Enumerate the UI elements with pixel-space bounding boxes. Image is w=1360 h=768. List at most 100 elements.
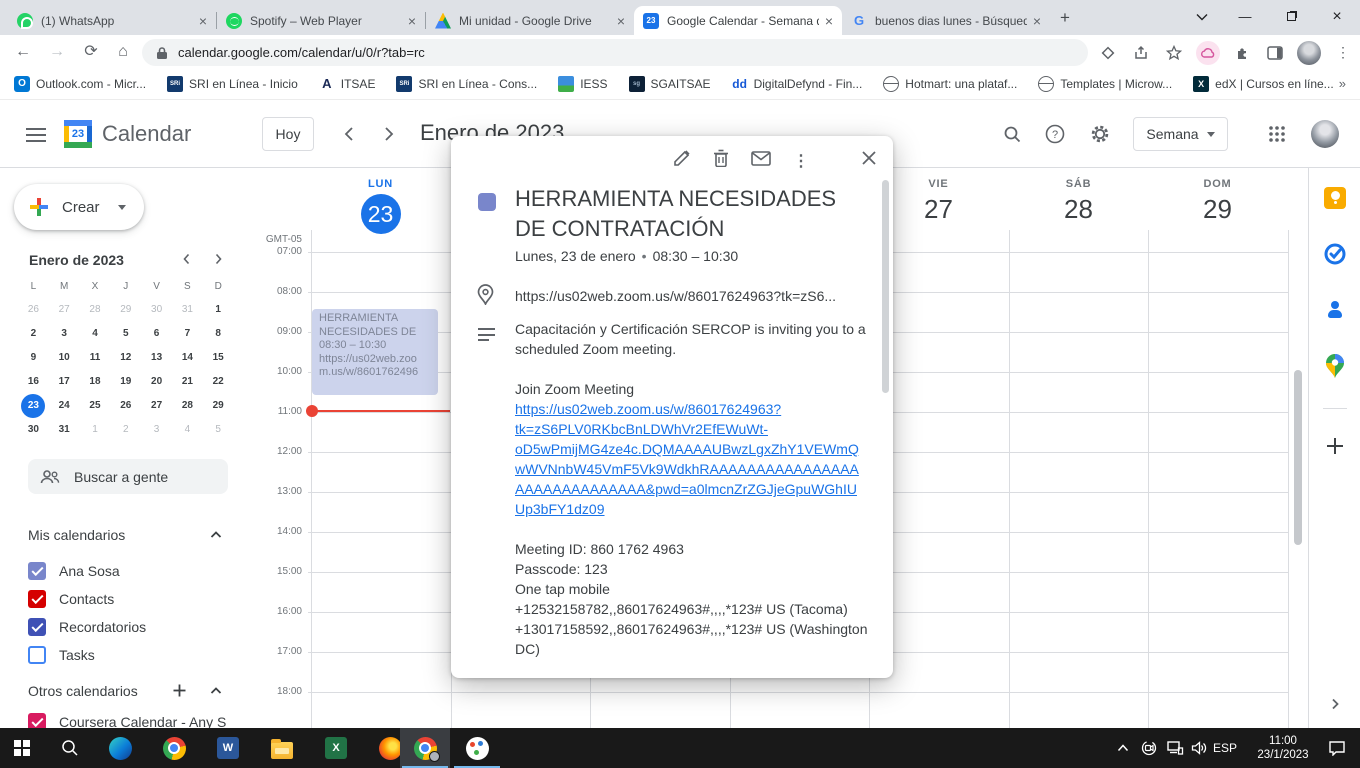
bookmark-item[interactable]: ITSAE bbox=[319, 76, 376, 92]
grid-scrollbar[interactable] bbox=[1294, 370, 1302, 545]
network-icon[interactable] bbox=[1166, 739, 1184, 757]
mini-cal-day[interactable]: 22 bbox=[203, 370, 234, 394]
bookmark-item[interactable]: SRI en Línea - Inicio bbox=[167, 76, 298, 92]
mini-cal-day[interactable]: 12 bbox=[110, 346, 141, 370]
minimize-button[interactable]: — bbox=[1222, 9, 1268, 24]
mini-cal-day[interactable]: 27 bbox=[141, 394, 172, 418]
close-window-button[interactable]: × bbox=[1314, 8, 1360, 26]
bookmark-item[interactable]: SGAITSAE bbox=[629, 76, 711, 92]
browser-tab-calendar-active[interactable]: 23 Google Calendar - Semana d × bbox=[634, 6, 842, 35]
bookmark-item[interactable]: Outlook.com - Micr... bbox=[14, 76, 146, 92]
google-apps-grid-icon[interactable] bbox=[1265, 122, 1289, 146]
tab-close-icon[interactable]: × bbox=[1033, 14, 1041, 28]
volume-icon[interactable] bbox=[1190, 739, 1208, 757]
bookmark-item[interactable]: DigitalDefynd - Fin... bbox=[732, 76, 863, 92]
taskbar-search-icon[interactable] bbox=[58, 736, 82, 760]
address-bar[interactable]: calendar.google.com/calendar/u/0/r?tab=r… bbox=[142, 39, 1088, 66]
action-center-icon[interactable] bbox=[1328, 739, 1346, 757]
mini-cal-day[interactable]: 1 bbox=[80, 418, 111, 442]
contacts-icon[interactable] bbox=[1323, 298, 1347, 322]
collapse-other-calendars-icon[interactable] bbox=[209, 684, 225, 700]
calendar-item-recordatorios[interactable]: Recordatorios bbox=[28, 618, 146, 636]
bookmarks-overflow-icon[interactable]: » bbox=[1339, 76, 1346, 91]
today-date-circle[interactable]: 23 bbox=[361, 194, 401, 234]
event-location[interactable]: https://us02web.zoom.us/w/86017624963?tk… bbox=[515, 288, 875, 304]
collapse-my-calendars-icon[interactable] bbox=[209, 528, 225, 544]
tab-close-icon[interactable]: × bbox=[199, 14, 207, 28]
keep-icon[interactable] bbox=[1323, 186, 1347, 210]
browser-tab-search[interactable]: buenos dias lunes - Búsqued × bbox=[842, 6, 1050, 35]
help-icon[interactable]: ? bbox=[1043, 122, 1067, 146]
meet-now-icon[interactable] bbox=[1140, 739, 1158, 757]
create-button[interactable]: Crear bbox=[14, 184, 144, 230]
mini-cal-day[interactable]: 7 bbox=[172, 322, 203, 346]
mini-cal-day[interactable]: 4 bbox=[80, 322, 111, 346]
bookmark-star-icon[interactable] bbox=[1163, 42, 1185, 64]
mini-cal-day[interactable]: 2 bbox=[18, 322, 49, 346]
mini-cal-day[interactable]: 27 bbox=[49, 298, 80, 322]
more-options-kebab-icon[interactable]: ⋮ bbox=[793, 151, 809, 171]
account-avatar[interactable] bbox=[1311, 120, 1339, 148]
mini-cal-day[interactable]: 10 bbox=[49, 346, 80, 370]
checkbox-checked-icon[interactable] bbox=[28, 618, 46, 636]
mini-cal-day[interactable]: 5 bbox=[110, 322, 141, 346]
mini-cal-day-selected[interactable]: 23 bbox=[18, 394, 49, 418]
extensions-puzzle-icon[interactable] bbox=[1231, 42, 1253, 64]
mini-cal-day[interactable]: 31 bbox=[172, 298, 203, 322]
checkbox-checked-icon[interactable] bbox=[28, 590, 46, 608]
mini-cal-day[interactable]: 9 bbox=[18, 346, 49, 370]
bookmark-item[interactable]: SRI en Línea - Cons... bbox=[396, 76, 537, 92]
chrome-active-window[interactable] bbox=[400, 728, 450, 768]
calendar-item-ana-sosa[interactable]: Ana Sosa bbox=[28, 562, 120, 580]
bookmark-item[interactable]: edX | Cursos en líne... bbox=[1193, 76, 1334, 92]
restore-button[interactable] bbox=[1268, 9, 1314, 24]
mini-cal-day[interactable]: 21 bbox=[172, 370, 203, 394]
mini-cal-day[interactable]: 11 bbox=[80, 346, 111, 370]
mini-cal-day[interactable]: 3 bbox=[141, 418, 172, 442]
keyboard-language[interactable]: ESP bbox=[1213, 741, 1237, 755]
tab-close-icon[interactable]: × bbox=[825, 14, 833, 28]
excel-icon[interactable]: X bbox=[324, 736, 348, 760]
profile-avatar[interactable] bbox=[1297, 41, 1321, 65]
tab-close-icon[interactable]: × bbox=[617, 14, 625, 28]
paint-open-window[interactable] bbox=[452, 728, 502, 768]
browser-tab-drive[interactable]: Mi unidad - Google Drive × bbox=[426, 6, 634, 35]
mini-cal-day[interactable]: 6 bbox=[141, 322, 172, 346]
mini-cal-day[interactable]: 20 bbox=[141, 370, 172, 394]
get-add-ons-icon[interactable] bbox=[1323, 434, 1347, 458]
bookmark-item[interactable]: Templates | Microw... bbox=[1038, 76, 1172, 92]
mini-cal-day[interactable]: 17 bbox=[49, 370, 80, 394]
browser-tab-whatsapp[interactable]: (1) WhatsApp × bbox=[8, 6, 216, 35]
mini-cal-day[interactable]: 30 bbox=[141, 298, 172, 322]
mini-cal-day[interactable]: 16 bbox=[18, 370, 49, 394]
mini-cal-day[interactable]: 8 bbox=[203, 322, 234, 346]
add-other-calendars-icon[interactable] bbox=[172, 683, 188, 699]
view-selector[interactable]: Semana bbox=[1133, 117, 1228, 151]
browser-tab-spotify[interactable]: Spotify – Web Player × bbox=[217, 6, 425, 35]
zoom-meeting-link[interactable]: oD5wPmijMG4ze4c.DQMAAAAUBwzLgxZhY1VEWmQ bbox=[515, 439, 869, 459]
back-icon[interactable]: ← bbox=[10, 39, 36, 65]
bookmark-item[interactable]: IESS bbox=[558, 76, 607, 92]
file-explorer-icon[interactable] bbox=[270, 736, 294, 760]
delete-event-icon[interactable] bbox=[713, 149, 729, 172]
mini-cal-day[interactable]: 1 bbox=[203, 298, 234, 322]
home-icon[interactable]: ⌂ bbox=[110, 39, 136, 65]
calendar-event-block[interactable]: HERRAMIENTA NECESIDADES DE 08:30 – 10:30… bbox=[312, 309, 438, 395]
reload-icon[interactable]: ⟳ bbox=[78, 39, 104, 65]
zoom-meeting-link[interactable]: tk=zS6PLV0RKbcBnLDWhVr2EfEWuWt- bbox=[515, 419, 869, 439]
tab-search-icon[interactable] bbox=[1182, 9, 1222, 24]
mini-cal-prev-icon[interactable] bbox=[180, 252, 196, 268]
calendar-item-tasks[interactable]: Tasks bbox=[28, 646, 95, 664]
zoom-meeting-link[interactable]: AAAAAAAAAAAAAA&pwd=a0lmcnZrZGJjeGpuWGhIU bbox=[515, 479, 869, 499]
mini-cal-day[interactable]: 3 bbox=[49, 322, 80, 346]
mini-cal-day[interactable]: 18 bbox=[80, 370, 111, 394]
mini-cal-day[interactable]: 14 bbox=[172, 346, 203, 370]
chrome-icon[interactable] bbox=[162, 736, 186, 760]
day-header-dom[interactable]: DOM 29 bbox=[1148, 178, 1287, 225]
mini-cal-day[interactable]: 2 bbox=[110, 418, 141, 442]
mini-cal-day[interactable]: 26 bbox=[18, 298, 49, 322]
today-button[interactable]: Hoy bbox=[262, 117, 314, 151]
word-icon[interactable]: W bbox=[216, 736, 240, 760]
tray-expand-chevron-icon[interactable] bbox=[1114, 739, 1132, 757]
popup-scrollbar[interactable] bbox=[882, 180, 889, 393]
